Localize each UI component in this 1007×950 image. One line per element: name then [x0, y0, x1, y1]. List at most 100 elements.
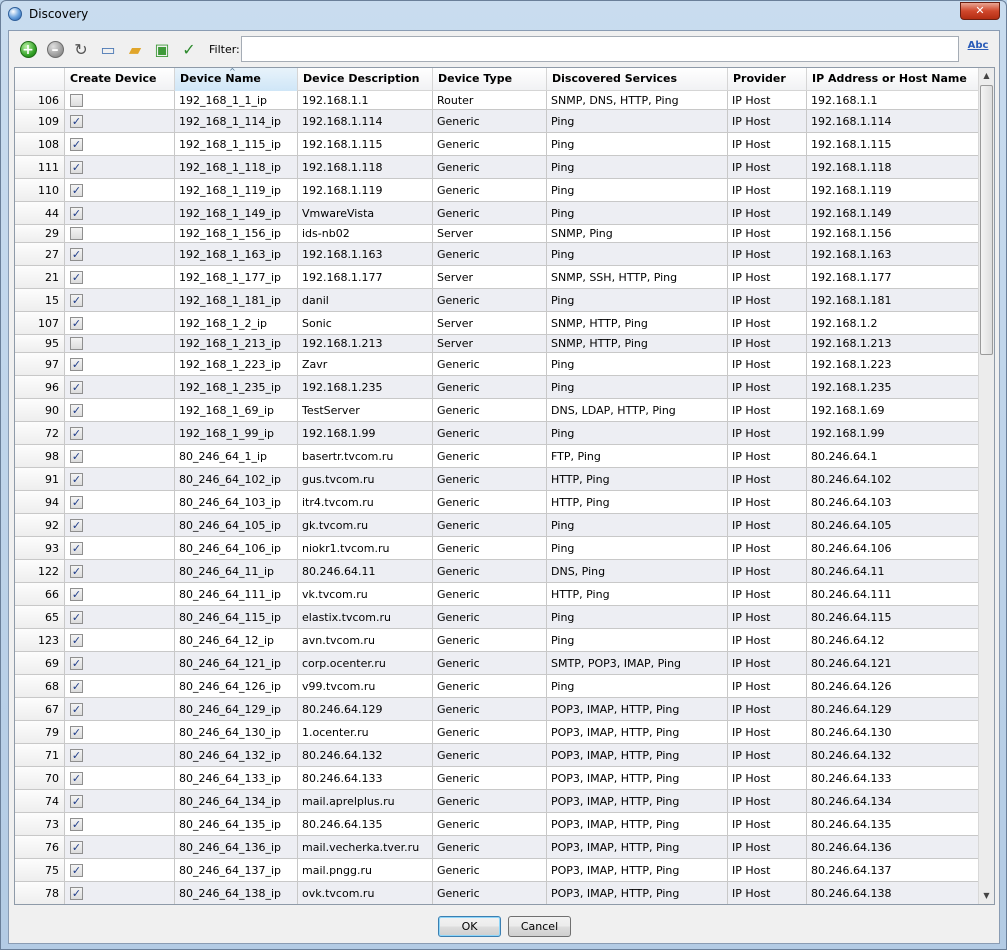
- scroll-thumb[interactable]: [980, 85, 993, 355]
- create-device-checkbox[interactable]: ✓: [70, 183, 83, 197]
- create-device-checkbox[interactable]: ✓: [70, 679, 83, 693]
- create-device-checkbox[interactable]: ✓: [70, 863, 83, 877]
- create-device-checkbox[interactable]: [70, 93, 83, 107]
- table-row[interactable]: 65 ✓ 80_246_64_115_ip elastix.tvcom.ru Gener…: [15, 606, 980, 629]
- table-row[interactable]: 44 ✓ 192_168_1_149_ip VmwareVista Generic Pin…: [15, 202, 980, 225]
- properties-button[interactable]: ▭: [98, 39, 118, 59]
- save-button[interactable]: ▣: [152, 39, 172, 59]
- table-row[interactable]: 91 ✓ 80_246_64_102_ip gus.tvcom.ru Generic HT…: [15, 468, 980, 491]
- table-row[interactable]: 93 ✓ 80_246_64_106_ip niokr1.tvcom.ru Generi…: [15, 537, 980, 560]
- create-device-checkbox[interactable]: ✓: [70, 357, 83, 371]
- create-device-checkbox[interactable]: [70, 227, 83, 240]
- create-device-checkbox[interactable]: ✓: [70, 587, 83, 601]
- table-row[interactable]: 110 ✓ 192_168_1_119_ip 192.168.1.119 Generic…: [15, 179, 980, 202]
- vertical-scrollbar[interactable]: ▲ ▼: [978, 68, 994, 904]
- create-device-checkbox[interactable]: ✓: [70, 886, 83, 900]
- table-row[interactable]: 15 ✓ 192_168_1_181_ip danil Generic Ping IP Ho…: [15, 289, 980, 312]
- table-row[interactable]: 70 ✓ 80_246_64_133_ip 80.246.64.133 Generic P…: [15, 767, 980, 790]
- refresh-button[interactable]: ↻: [71, 39, 91, 59]
- ok-button[interactable]: OK: [438, 916, 501, 937]
- create-device-checkbox[interactable]: ✓: [70, 380, 83, 394]
- create-device-checkbox[interactable]: ✓: [70, 794, 83, 808]
- create-device-cell: ✓: [65, 790, 175, 812]
- table-row[interactable]: 66 ✓ 80_246_64_111_ip vk.tvcom.ru Generic HTT…: [15, 583, 980, 606]
- table-row[interactable]: 73 ✓ 80_246_64_135_ip 80.246.64.135 Generic P…: [15, 813, 980, 836]
- create-device-checkbox[interactable]: [70, 337, 83, 350]
- create-device-checkbox[interactable]: ✓: [70, 518, 83, 532]
- create-device-checkbox[interactable]: ✓: [70, 495, 83, 509]
- create-device-checkbox[interactable]: ✓: [70, 137, 83, 151]
- column-header-device-name[interactable]: ^ Device Name: [175, 68, 298, 91]
- create-device-checkbox[interactable]: ✓: [70, 771, 83, 785]
- cancel-button[interactable]: Cancel: [508, 916, 571, 937]
- table-row[interactable]: 107 ✓ 192_168_1_2_ip Sonic Server SNMP, HTTP,…: [15, 312, 980, 335]
- create-device-checkbox[interactable]: ✓: [70, 403, 83, 417]
- filter-input[interactable]: [241, 36, 959, 62]
- column-header-provider[interactable]: Provider: [728, 68, 807, 91]
- table-row[interactable]: 98 ✓ 80_246_64_1_ip basertr.tvcom.ru Generic…: [15, 445, 980, 468]
- table-row[interactable]: 21 ✓ 192_168_1_177_ip 192.168.1.177 Server SN…: [15, 266, 980, 289]
- table-row[interactable]: 122 ✓ 80_246_64_11_ip 80.246.64.11 Generic DN…: [15, 560, 980, 583]
- create-device-checkbox[interactable]: ✓: [70, 449, 83, 463]
- column-header-device-type[interactable]: Device Type: [433, 68, 547, 91]
- scroll-up-icon[interactable]: ▲: [979, 68, 994, 84]
- create-device-checkbox[interactable]: ✓: [70, 610, 83, 624]
- column-header-device-description[interactable]: Device Description: [298, 68, 433, 91]
- table-row[interactable]: 90 ✓ 192_168_1_69_ip TestServer Generic DNS, …: [15, 399, 980, 422]
- create-device-checkbox[interactable]: ✓: [70, 160, 83, 174]
- add-device-button[interactable]: +: [18, 39, 38, 59]
- table-row[interactable]: 71 ✓ 80_246_64_132_ip 80.246.64.132 Generic P…: [15, 744, 980, 767]
- create-device-checkbox[interactable]: ✓: [70, 725, 83, 739]
- create-device-checkbox[interactable]: ✓: [70, 541, 83, 555]
- table-row[interactable]: 74 ✓ 80_246_64_134_ip mail.aprelplus.ru Gene…: [15, 790, 980, 813]
- scroll-down-icon[interactable]: ▼: [979, 888, 994, 904]
- table-row[interactable]: 94 ✓ 80_246_64_103_ip itr4.tvcom.ru Generic H…: [15, 491, 980, 514]
- table-row[interactable]: 76 ✓ 80_246_64_136_ip mail.vecherka.tver.ru…: [15, 836, 980, 859]
- table-row[interactable]: 79 ✓ 80_246_64_130_ip 1.ocenter.ru Generic PO…: [15, 721, 980, 744]
- column-header-create-device[interactable]: Create Device: [65, 68, 175, 91]
- table-row[interactable]: 67 ✓ 80_246_64_129_ip 80.246.64.129 Generic P…: [15, 698, 980, 721]
- create-device-checkbox[interactable]: ✓: [70, 702, 83, 716]
- table-row[interactable]: 72 ✓ 192_168_1_99_ip 192.168.1.99 Generic Pin…: [15, 422, 980, 445]
- column-header-ip-address[interactable]: IP Address or Host Name: [807, 68, 980, 91]
- table-row[interactable]: 69 ✓ 80_246_64_121_ip corp.ocenter.ru Generi…: [15, 652, 980, 675]
- table-row[interactable]: 123 ✓ 80_246_64_12_ip avn.tvcom.ru Generic Pi…: [15, 629, 980, 652]
- table-row[interactable]: 97 ✓ 192_168_1_223_ip Zavr Generic Ping IP Hos…: [15, 353, 980, 376]
- create-device-checkbox[interactable]: ✓: [70, 293, 83, 307]
- spellcheck-button[interactable]: Abc: [966, 39, 990, 61]
- create-device-checkbox[interactable]: ✓: [70, 656, 83, 670]
- table-row[interactable]: 27 ✓ 192_168_1_163_ip 192.168.1.163 Generic P…: [15, 243, 980, 266]
- table-row[interactable]: 75 ✓ 80_246_64_137_ip mail.pngg.ru Generic PO…: [15, 859, 980, 882]
- create-device-checkbox[interactable]: ✓: [70, 114, 83, 128]
- table-row[interactable]: 109 ✓ 192_168_1_114_ip 192.168.1.114 Generic…: [15, 110, 980, 133]
- create-device-checkbox[interactable]: ✓: [70, 426, 83, 440]
- create-device-checkbox[interactable]: ✓: [70, 564, 83, 578]
- create-device-checkbox[interactable]: ✓: [70, 633, 83, 647]
- create-device-checkbox[interactable]: ✓: [70, 247, 83, 261]
- remove-device-button[interactable]: –: [45, 39, 65, 59]
- column-header-discovered-services[interactable]: Discovered Services: [547, 68, 728, 91]
- table-row[interactable]: 92 ✓ 80_246_64_105_ip gk.tvcom.ru Generic Pin…: [15, 514, 980, 537]
- create-device-checkbox[interactable]: ✓: [70, 472, 83, 486]
- table-row[interactable]: 96 ✓ 192_168_1_235_ip 192.168.1.235 Generic P…: [15, 376, 980, 399]
- create-device-checkbox[interactable]: ✓: [70, 748, 83, 762]
- table-row[interactable]: 106 192_168_1_1_ip 192.168.1.1 Router SNMP, …: [15, 91, 980, 110]
- table-row[interactable]: 68 ✓ 80_246_64_126_ip v99.tvcom.ru Generic Pi…: [15, 675, 980, 698]
- column-header-row-number[interactable]: [15, 68, 65, 91]
- device-description-cell: corp.ocenter.ru: [298, 652, 433, 674]
- table-row[interactable]: 78 ✓ 80_246_64_138_ip ovk.tvcom.ru Generic PO…: [15, 882, 980, 904]
- create-device-checkbox[interactable]: ✓: [70, 817, 83, 831]
- table-row[interactable]: 111 ✓ 192_168_1_118_ip 192.168.1.118 Generic…: [15, 156, 980, 179]
- table-row[interactable]: 29 192_168_1_156_ip ids-nb02 Server SNMP, Pi…: [15, 225, 980, 243]
- create-device-checkbox[interactable]: ✓: [70, 206, 83, 220]
- create-device-checkbox[interactable]: ✓: [70, 316, 83, 330]
- title-bar[interactable]: Discovery ✕: [1, 1, 1006, 29]
- create-device-checkbox[interactable]: ✓: [70, 270, 83, 284]
- table-row[interactable]: 108 ✓ 192_168_1_115_ip 192.168.1.115 Generic…: [15, 133, 980, 156]
- discovered-services-cell: SNMP, HTTP, Ping: [547, 312, 728, 334]
- open-button[interactable]: ▰: [125, 39, 145, 59]
- validate-button[interactable]: ✓: [179, 39, 199, 59]
- create-device-checkbox[interactable]: ✓: [70, 840, 83, 854]
- table-row[interactable]: 95 192_168_1_213_ip 192.168.1.213 Server SNM…: [15, 335, 980, 353]
- close-button[interactable]: ✕: [960, 2, 1000, 20]
